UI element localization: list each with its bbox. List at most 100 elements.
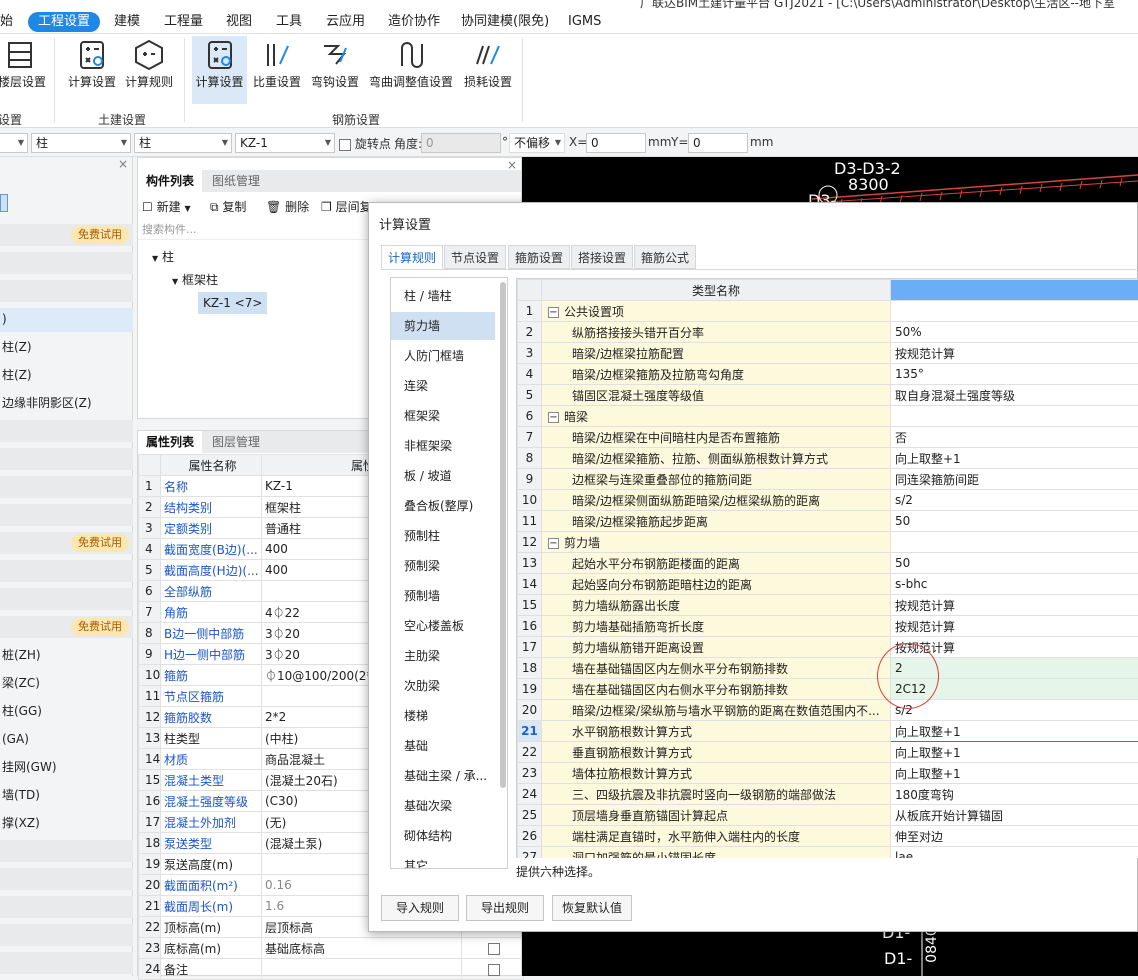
nav-section[interactable] [0, 560, 133, 582]
settings-row[interactable]: 15剪力墙纵筋露出长度按规范计算 [518, 595, 1138, 616]
close-icon[interactable]: × [118, 157, 128, 171]
nav-section[interactable] [0, 952, 133, 974]
nav-section[interactable] [0, 868, 133, 890]
copy-between-floors-button[interactable]: ❐ 层间复 [321, 198, 372, 215]
nav-section[interactable] [0, 420, 133, 442]
component-combo[interactable]: KZ-1▼ [235, 133, 335, 153]
settings-row[interactable]: 8暗梁/边框梁箍筋、拉筋、侧面纵筋根数计算方式向上取整+1 [518, 448, 1138, 469]
settings-row[interactable]: 7暗梁/边框梁在中间暗柱内是否布置箍筋否 [518, 427, 1138, 448]
setting-value[interactable]: s/2 [891, 490, 1138, 511]
layer-combo[interactable]: ▼ [0, 133, 28, 153]
trial-badge[interactable]: 免费试用 [71, 618, 129, 636]
settings-row[interactable]: 19墙在基础锚固区内右侧水平分布钢筋排数2C12 [518, 679, 1138, 700]
nav-section[interactable] [0, 840, 133, 862]
tree-node-column[interactable]: ▼ 柱 [152, 248, 174, 265]
y-input[interactable]: 0 [688, 133, 748, 153]
category-item[interactable]: 连梁 [391, 372, 495, 400]
setting-value[interactable]: 135° [891, 364, 1138, 385]
category-item[interactable]: 剪力墙 [391, 312, 495, 340]
nav-item[interactable]: ) [0, 308, 133, 332]
nav-item[interactable]: 桩(ZH) [0, 644, 133, 666]
tab-calc-rules[interactable]: 计算规则 [381, 245, 443, 269]
setting-value[interactable]: 从板底开始计算锚固 [891, 805, 1138, 826]
category-item[interactable]: 基础 [391, 732, 495, 760]
tab-stirrup-formula[interactable]: 箍筋公式 [634, 245, 696, 269]
category-item[interactable]: 预制梁 [391, 552, 495, 580]
setting-value[interactable]: 50 [891, 511, 1138, 532]
nav-item[interactable]: 挂网(GW) [0, 756, 133, 778]
export-rules-button[interactable]: 导出规则 [466, 895, 544, 921]
setting-value[interactable]: s/2 [891, 700, 1138, 721]
category-item[interactable]: 板 / 坡道 [391, 462, 495, 490]
menu-item-tools[interactable]: 工具 [270, 12, 308, 32]
menu-item-start[interactable]: 始 [0, 12, 19, 32]
nav-section[interactable]: 免费试用 [0, 224, 133, 246]
settings-row[interactable]: 17剪力墙纵筋错开距离设置按规范计算 [518, 637, 1138, 658]
tab-attribute-list[interactable]: 属性列表 [138, 431, 202, 453]
settings-row[interactable]: 1−公共设置项 [518, 301, 1138, 322]
hook-settings-button[interactable]: 弯钩设置 [308, 36, 362, 104]
type-combo[interactable]: 柱▼ [31, 133, 131, 153]
nav-section[interactable]: 免费试用 [0, 532, 133, 554]
menu-item-igms[interactable]: IGMS [562, 12, 607, 32]
setting-value[interactable]: 180度弯钩 [891, 784, 1138, 805]
offset-select[interactable]: 不偏移▼ [509, 133, 565, 153]
nav-item[interactable]: 撑(XZ) [0, 812, 133, 834]
calc-rules-button[interactable]: 计算规则 [122, 36, 176, 104]
category-item[interactable]: 主肋梁 [391, 642, 495, 670]
civil-calc-settings-button[interactable]: 计算设置 [64, 36, 120, 104]
nav-section[interactable] [0, 504, 133, 526]
menu-item-cost-collab[interactable]: 造价协作 [382, 12, 446, 32]
settings-row[interactable]: 11暗梁/边框梁箍筋起步距离50 [518, 511, 1138, 532]
nav-item[interactable]: 边缘非阴影区(Z) [0, 392, 133, 414]
category-item[interactable]: 预制墙 [391, 582, 495, 610]
collapse-icon[interactable]: − [548, 538, 559, 549]
import-rules-button[interactable]: 导入规则 [381, 895, 459, 921]
setting-value[interactable]: 同连梁箍筋间距 [891, 469, 1138, 490]
setting-value[interactable]: 伸至对边 [891, 826, 1138, 847]
nav-section[interactable]: 免费试用 [0, 616, 133, 638]
tab-drawing-management[interactable]: 图纸管理 [204, 170, 268, 192]
setting-value[interactable] [891, 532, 1138, 553]
setting-value[interactable]: 向上取整+1 [891, 742, 1138, 763]
menu-item-cloud[interactable]: 云应用 [320, 12, 371, 32]
menu-item-modeling[interactable]: 建模 [108, 12, 146, 32]
setting-value[interactable]: 按规范计算 [891, 616, 1138, 637]
settings-row[interactable]: 12−剪力墙 [518, 532, 1138, 553]
settings-row[interactable]: 21水平钢筋根数计算方式向上取整+1 [518, 721, 1138, 742]
scrollbar[interactable] [500, 282, 506, 788]
nav-section[interactable] [0, 896, 133, 918]
settings-row[interactable]: 13起始水平分布钢筋距楼面的距离50 [518, 553, 1138, 574]
nav-item[interactable]: 墙(TD) [0, 784, 133, 806]
nav-item[interactable]: 柱(Z) [0, 364, 133, 386]
collapse-icon[interactable]: − [548, 307, 559, 318]
attribute-row[interactable]: 23底标高(m)基础底标高 [139, 938, 524, 959]
setting-value[interactable] [891, 301, 1138, 322]
rebar-calc-settings-button[interactable]: 计算设置 [192, 36, 247, 104]
category-item[interactable]: 非框架梁 [391, 432, 495, 460]
trial-badge[interactable]: 免费试用 [71, 534, 129, 552]
nav-section[interactable] [0, 924, 133, 946]
category-item[interactable]: 柱 / 墙柱 [391, 282, 495, 310]
floor-settings-button[interactable]: 楼层设置 [0, 36, 48, 104]
settings-row[interactable]: 2纵筋搭接接头错开百分率50% [518, 322, 1138, 343]
category-item[interactable]: 其它 [391, 852, 495, 869]
nav-toggle[interactable] [0, 194, 8, 212]
restore-defaults-button[interactable]: 恢复默认值 [552, 895, 632, 921]
setting-value[interactable]: 取自身混凝土强度等级 [891, 385, 1138, 406]
settings-row[interactable]: 22垂直钢筋根数计算方式向上取整+1 [518, 742, 1138, 763]
menu-item-view[interactable]: 视图 [220, 12, 258, 32]
tab-stirrup-settings[interactable]: 箍筋设置 [508, 245, 570, 269]
setting-value[interactable]: 按规范计算 [891, 595, 1138, 616]
tab-node-settings[interactable]: 节点设置 [444, 245, 506, 269]
subtype-combo[interactable]: 柱▼ [134, 133, 232, 153]
rotate-point-checkbox[interactable]: 旋转点 [339, 135, 391, 152]
delete-button[interactable]: 🗑 删除 [266, 198, 309, 215]
setting-value[interactable] [891, 406, 1138, 427]
tree-node-kz1[interactable]: KZ-1 <7> [198, 292, 267, 314]
nav-item[interactable]: (GA) [0, 728, 133, 750]
tree-node-frame-column[interactable]: ▼ 框架柱 [172, 271, 218, 288]
checkbox-icon[interactable] [488, 943, 500, 955]
tab-component-list[interactable]: 构件列表 [138, 170, 202, 192]
settings-row[interactable]: 20暗梁/边框梁/梁纵筋与墙水平钢筋的距离在数值范围内不...s/2 [518, 700, 1138, 721]
